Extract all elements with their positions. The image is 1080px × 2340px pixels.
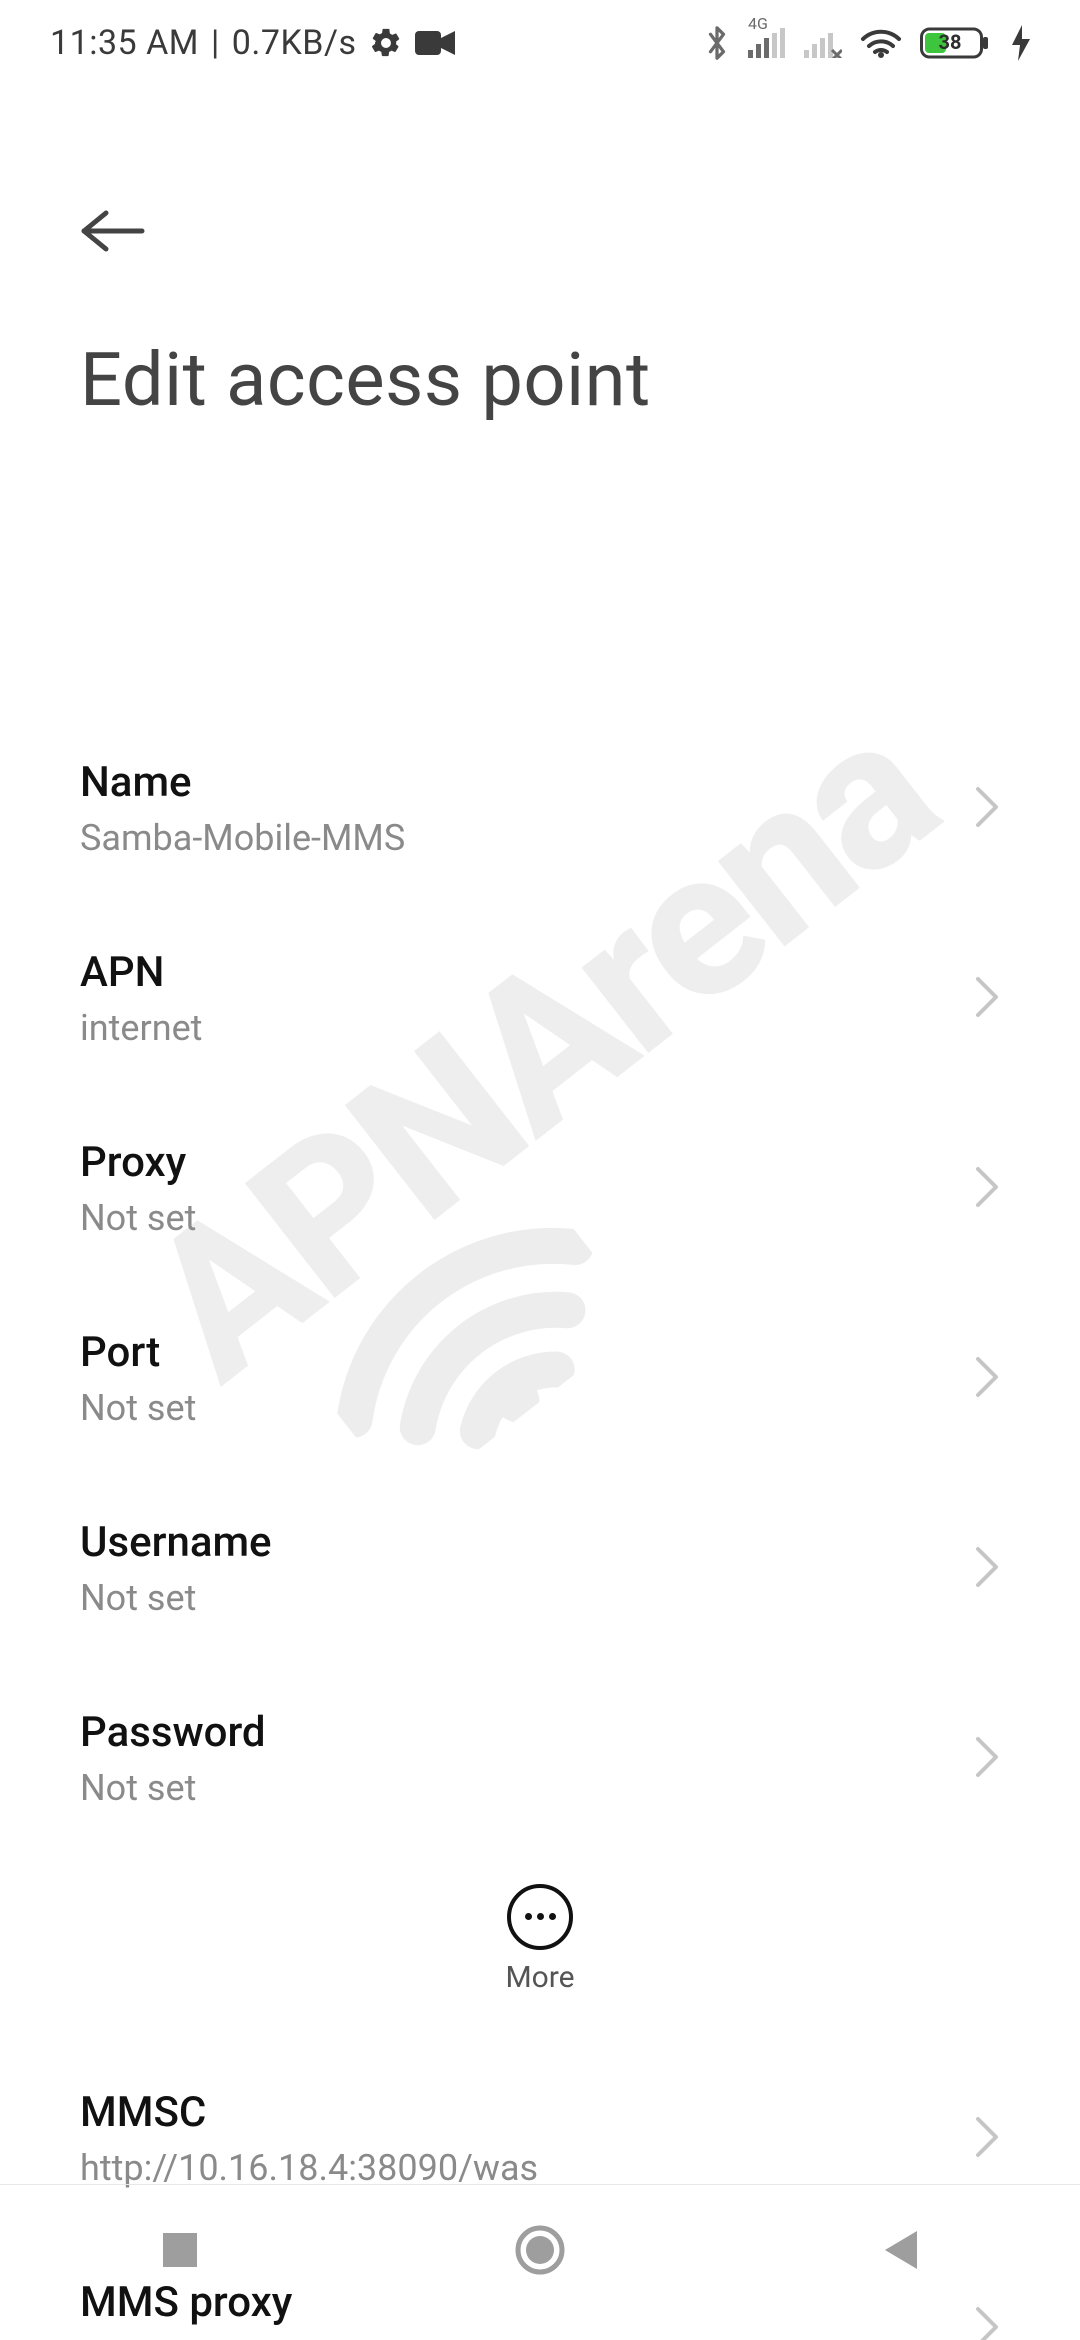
signal-1-icon: 4G <box>748 28 786 58</box>
gear-icon <box>369 26 403 60</box>
row-value: Not set <box>80 1767 920 1810</box>
row-value: Samba-Mobile-MMS <box>80 817 920 860</box>
triangle-left-icon <box>881 2229 919 2271</box>
bluetooth-icon <box>704 23 730 63</box>
row-label: Proxy <box>80 1138 920 1188</box>
android-nav-bar <box>0 2184 1080 2315</box>
chevron-right-icon <box>974 1545 1000 1593</box>
row-value: Not set <box>80 1387 920 1430</box>
row-proxy[interactable]: Proxy Not set <box>80 1094 1000 1284</box>
chevron-right-icon <box>974 1355 1000 1403</box>
status-bar: 11:35 AM | 0.7KB/s 4G 38 <box>0 0 1080 85</box>
chevron-right-icon <box>974 2115 1000 2163</box>
chevron-right-icon <box>974 975 1000 1023</box>
signal-2-icon <box>804 28 842 58</box>
header: Edit access point <box>0 195 1080 424</box>
row-label: Password <box>80 1708 920 1758</box>
row-name[interactable]: Name Samba-Mobile-MMS <box>80 714 1000 904</box>
signal-4g-label: 4G <box>748 14 768 33</box>
more-label: More <box>505 1960 574 1995</box>
battery-icon: 38 <box>920 25 994 61</box>
circle-icon <box>515 2225 565 2275</box>
row-label: Username <box>80 1518 920 1568</box>
square-icon <box>161 2231 199 2269</box>
more-icon <box>507 1884 573 1950</box>
row-label: Port <box>80 1328 920 1378</box>
wifi-icon <box>860 27 902 59</box>
row-value: 10.16.18.77 <box>80 2337 920 2340</box>
chevron-right-icon <box>974 785 1000 833</box>
more-button[interactable]: More <box>0 1859 1080 2019</box>
row-value: Not set <box>80 1197 920 1240</box>
status-time: 11:35 AM <box>50 23 199 63</box>
battery-pct-text: 38 <box>939 30 962 54</box>
charging-icon <box>1012 25 1030 61</box>
row-label: MMSC <box>80 2088 920 2138</box>
row-password[interactable]: Password Not set <box>80 1664 1000 1854</box>
row-port[interactable]: Port Not set <box>80 1284 1000 1474</box>
status-separator: | <box>211 23 220 63</box>
status-left: 11:35 AM | 0.7KB/s <box>50 23 455 63</box>
chevron-right-icon <box>974 1165 1000 1213</box>
status-right: 4G 38 <box>704 23 1030 63</box>
arrow-left-icon <box>80 209 146 253</box>
status-speed: 0.7KB/s <box>232 23 357 63</box>
row-label: Name <box>80 758 920 808</box>
nav-back-button[interactable] <box>865 2215 935 2285</box>
page-title: Edit access point <box>80 337 1000 424</box>
settings-list: Name Samba-Mobile-MMS APN internet Proxy… <box>0 714 1080 2340</box>
row-username[interactable]: Username Not set <box>80 1474 1000 1664</box>
back-button[interactable] <box>80 195 152 267</box>
nav-recent-button[interactable] <box>145 2215 215 2285</box>
row-apn[interactable]: APN internet <box>80 904 1000 1094</box>
row-value: internet <box>80 1007 920 1050</box>
row-value: Not set <box>80 1577 920 1620</box>
nav-home-button[interactable] <box>505 2215 575 2285</box>
chevron-right-icon <box>974 1735 1000 1783</box>
video-camera-icon <box>415 29 455 57</box>
row-label: APN <box>80 948 920 998</box>
